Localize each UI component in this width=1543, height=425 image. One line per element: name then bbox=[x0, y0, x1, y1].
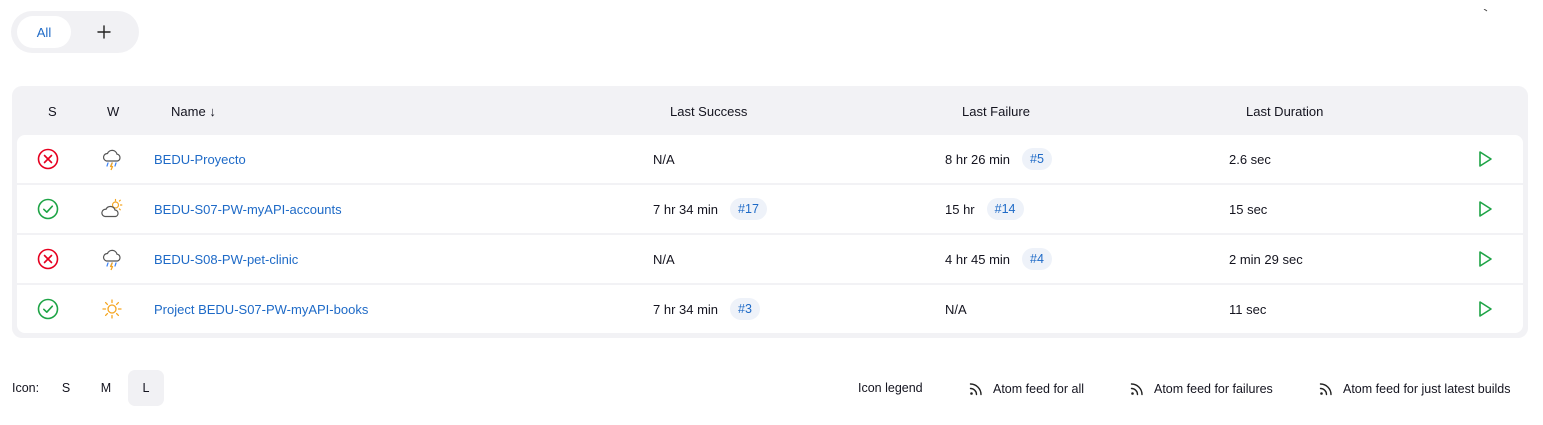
projects-table: S W Name ↓ Last Success Last Failure Las… bbox=[12, 86, 1528, 338]
table-row: BEDU-S08-PW-pet-clinic N/A 4 hr 45 min #4… bbox=[17, 235, 1523, 285]
add-view-button[interactable] bbox=[77, 16, 131, 48]
header-last-duration[interactable]: Last Duration bbox=[1246, 104, 1323, 119]
success-icon bbox=[37, 185, 59, 233]
table-header: S W Name ↓ Last Success Last Failure Las… bbox=[12, 86, 1528, 134]
rss-icon bbox=[1319, 383, 1332, 396]
rss-icon bbox=[1130, 383, 1143, 396]
tab-all[interactable]: All bbox=[17, 16, 71, 48]
failed-icon bbox=[37, 235, 59, 283]
partly-cloudy-icon bbox=[100, 185, 124, 233]
build-badge[interactable]: #3 bbox=[730, 298, 760, 320]
thunderstorm-icon bbox=[100, 135, 124, 183]
header-name[interactable]: Name ↓ bbox=[171, 104, 216, 119]
last-duration: 11 sec bbox=[1229, 301, 1267, 317]
build-badge[interactable]: #14 bbox=[986, 198, 1024, 220]
header-last-success[interactable]: Last Success bbox=[670, 104, 747, 119]
failed-icon bbox=[37, 135, 59, 183]
job-link[interactable]: BEDU-S07-PW-myAPI-accounts bbox=[154, 202, 342, 217]
sunny-icon bbox=[100, 285, 124, 333]
run-build-button[interactable] bbox=[1475, 185, 1495, 233]
icon-legend-link[interactable]: Icon legend bbox=[858, 381, 923, 395]
header-weather[interactable]: W bbox=[107, 104, 119, 119]
atom-feed-all-link[interactable]: Atom feed for all bbox=[968, 381, 1084, 397]
build-badge[interactable]: #4 bbox=[1022, 248, 1052, 270]
thunderstorm-icon bbox=[100, 235, 124, 283]
last-failure-time: 4 hr 45 min bbox=[945, 251, 1011, 267]
last-failure-time: N/A bbox=[945, 301, 967, 317]
play-icon bbox=[1479, 301, 1492, 317]
icon-size-m-button[interactable]: M bbox=[88, 370, 124, 406]
job-link[interactable]: BEDU-S08-PW-pet-clinic bbox=[154, 252, 298, 267]
last-success-time: 7 hr 34 min bbox=[653, 301, 719, 317]
play-icon bbox=[1479, 151, 1492, 167]
build-badge[interactable]: #17 bbox=[730, 198, 767, 220]
last-failure-time: 8 hr 26 min bbox=[945, 151, 1011, 167]
last-success-time: N/A bbox=[653, 151, 675, 167]
play-icon bbox=[1479, 251, 1492, 267]
last-duration: 2.6 sec bbox=[1229, 151, 1271, 167]
header-status[interactable]: S bbox=[48, 104, 57, 119]
atom-feed-failures-link[interactable]: Atom feed for failures bbox=[1129, 381, 1273, 397]
corner-mark bbox=[1483, 0, 1489, 12]
plus-icon bbox=[97, 25, 111, 39]
table-row: BEDU-S07-PW-myAPI-accounts 7 hr 34 min #1… bbox=[17, 185, 1523, 235]
build-badge[interactable]: #5 bbox=[1022, 148, 1052, 170]
atom-feed-latest-link[interactable]: Atom feed for just latest builds bbox=[1318, 381, 1510, 397]
play-icon bbox=[1479, 201, 1492, 217]
job-link[interactable]: BEDU-Proyecto bbox=[154, 152, 246, 167]
table-row: BEDU-Proyecto N/A 8 hr 26 min #5 2.6 sec bbox=[17, 135, 1523, 185]
view-tabs: All bbox=[11, 11, 139, 53]
success-icon bbox=[37, 285, 59, 333]
header-last-failure[interactable]: Last Failure bbox=[962, 104, 1030, 119]
last-success-time: N/A bbox=[653, 251, 675, 267]
table-row: Project BEDU-S07-PW-myAPI-books 7 hr 34 … bbox=[17, 285, 1523, 333]
last-duration: 2 min 29 sec bbox=[1229, 251, 1303, 267]
icon-size-l-button[interactable]: L bbox=[128, 370, 164, 406]
run-build-button[interactable] bbox=[1475, 235, 1495, 283]
run-build-button[interactable] bbox=[1475, 285, 1495, 333]
last-failure-time: 15 hr bbox=[945, 201, 975, 217]
run-build-button[interactable] bbox=[1475, 135, 1495, 183]
rss-icon bbox=[969, 383, 982, 396]
sort-indicator: ↓ bbox=[209, 104, 216, 119]
last-duration: 15 sec bbox=[1229, 201, 1268, 217]
last-success-time: 7 hr 34 min bbox=[653, 201, 719, 217]
icon-size-s-button[interactable]: S bbox=[48, 370, 84, 406]
icon-size-label: Icon: bbox=[12, 381, 40, 395]
table-footer: Icon: S M L Icon legend Atom feed for al… bbox=[0, 370, 1543, 408]
job-link[interactable]: Project BEDU-S07-PW-myAPI-books bbox=[154, 302, 368, 317]
table-body: BEDU-Proyecto N/A 8 hr 26 min #5 2.6 sec … bbox=[17, 135, 1523, 333]
